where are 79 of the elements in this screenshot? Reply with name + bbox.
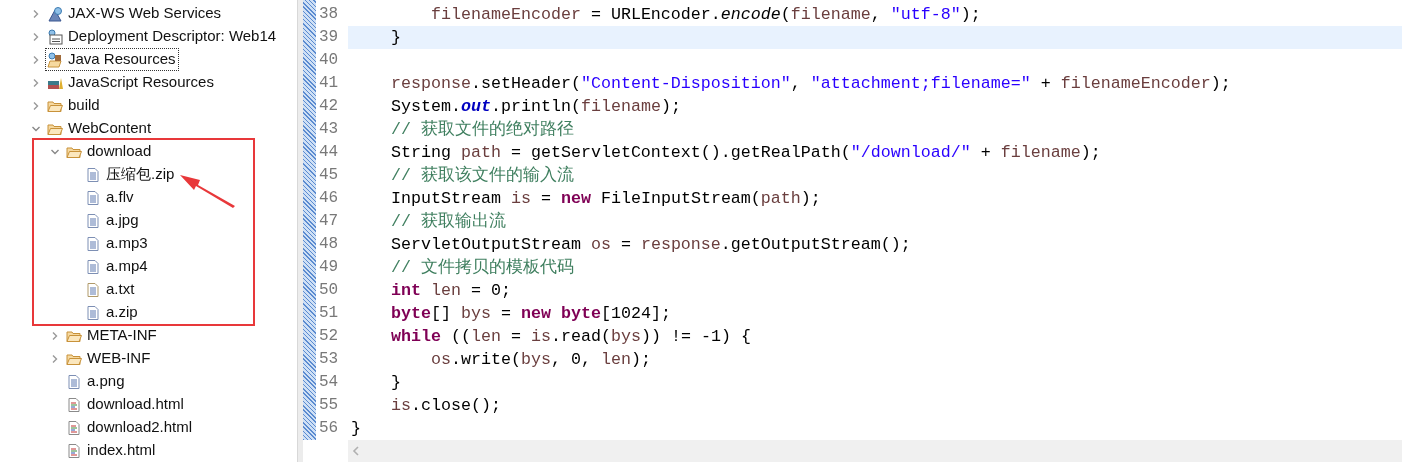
line-number: 41 bbox=[318, 73, 340, 94]
tree-item[interactable]: index.html bbox=[65, 440, 158, 461]
tree-item[interactable]: WEB-INF bbox=[65, 348, 153, 369]
code-comment: // 获取文件的绝对路径 bbox=[389, 120, 574, 139]
file-icon bbox=[85, 235, 101, 252]
line-number: 39 bbox=[318, 27, 340, 48]
expand-chevron-icon[interactable] bbox=[31, 54, 41, 65]
code-line: } bbox=[351, 419, 361, 438]
code-comment: // 获取该文件的输入流 bbox=[389, 166, 574, 185]
line-number: 54 bbox=[318, 372, 340, 393]
code-line: InputStream is = new FileInputStream(path); bbox=[389, 189, 821, 208]
file-icon bbox=[85, 212, 101, 229]
tree-item[interactable]: a.png bbox=[65, 371, 127, 392]
code-line: byte[] bys = new byte[1024]; bbox=[389, 304, 671, 323]
line-number: 42 bbox=[318, 96, 340, 117]
code-line: is.close(); bbox=[389, 396, 501, 415]
line-number: 47 bbox=[318, 211, 340, 232]
expand-chevron-icon[interactable] bbox=[31, 8, 41, 19]
expand-chevron-icon[interactable] bbox=[50, 353, 60, 364]
scroll-left-icon[interactable] bbox=[351, 445, 361, 457]
code-line: response.setHeader("Content-Disposition", "attachment;filename=" + filenameEncoder); bbox=[389, 74, 1231, 93]
tree-item[interactable]: JAX-WS Web Services bbox=[46, 3, 224, 24]
line-number: 49 bbox=[318, 257, 340, 278]
tree-item[interactable]: download bbox=[65, 141, 154, 162]
tree-item[interactable]: a.flv bbox=[84, 187, 136, 208]
expand-chevron-icon[interactable] bbox=[31, 31, 41, 42]
line-number: 55 bbox=[318, 395, 340, 416]
horizontal-scrollbar[interactable] bbox=[348, 440, 1402, 462]
line-number: 38 bbox=[318, 4, 340, 25]
code-line: System.out.println(filename); bbox=[389, 97, 681, 116]
tree-item[interactable]: a.txt bbox=[84, 279, 137, 300]
expand-chevron-icon[interactable] bbox=[31, 100, 41, 111]
globe-icon bbox=[47, 5, 63, 22]
line-number: 46 bbox=[318, 188, 340, 209]
code-line: filenameEncoder = URLEncoder.encode(filename, "utf-8"); bbox=[429, 5, 981, 24]
line-number: 44 bbox=[318, 142, 340, 163]
tree-item[interactable]: a.mp4 bbox=[84, 256, 150, 277]
code-comment: // 文件拷贝的模板代码 bbox=[389, 258, 574, 277]
file-icon bbox=[85, 166, 101, 183]
file-icon bbox=[66, 373, 82, 390]
code-line: int len = 0; bbox=[389, 281, 511, 300]
file-icon bbox=[85, 281, 101, 298]
line-number: 56 bbox=[318, 418, 340, 439]
html-file-icon bbox=[66, 396, 82, 413]
line-number: 48 bbox=[318, 234, 340, 255]
html-file-icon bbox=[66, 419, 82, 436]
expand-chevron-icon[interactable] bbox=[31, 77, 41, 88]
tree-item[interactable]: download2.html bbox=[65, 417, 195, 438]
html-file-icon bbox=[66, 442, 82, 459]
package-icon bbox=[47, 51, 63, 68]
tree-item[interactable]: download.html bbox=[65, 394, 186, 415]
file-icon bbox=[85, 258, 101, 275]
line-number: 50 bbox=[318, 280, 340, 301]
tree-item[interactable]: Java Resources bbox=[46, 49, 178, 70]
tree-item[interactable]: Deployment Descriptor: Web14 bbox=[46, 26, 279, 47]
tree-item[interactable]: a.zip bbox=[84, 302, 140, 323]
tree-item[interactable]: a.mp3 bbox=[84, 233, 150, 254]
tree-item[interactable]: build bbox=[46, 95, 102, 116]
tree-item[interactable]: a.jpg bbox=[84, 210, 141, 231]
line-number: 52 bbox=[318, 326, 340, 347]
line-number: 45 bbox=[318, 165, 340, 186]
line-number: 43 bbox=[318, 119, 340, 140]
code-comment: // 获取输出流 bbox=[389, 212, 506, 231]
tree-item[interactable]: JavaScript Resources bbox=[46, 72, 216, 93]
file-icon bbox=[85, 304, 101, 321]
code-line: ServletOutputStream os = response.getOutputStream(); bbox=[389, 235, 911, 254]
line-number: 53 bbox=[318, 349, 340, 370]
code-line: os.write(bys, 0, len); bbox=[429, 350, 651, 369]
expand-chevron-icon[interactable] bbox=[50, 330, 60, 341]
file-icon bbox=[85, 189, 101, 206]
code-line: } bbox=[389, 373, 401, 392]
descriptor-icon bbox=[47, 28, 63, 45]
code-line: String path = getServletContext().getRealPath("/download/" + filename); bbox=[389, 143, 1101, 162]
code-line: while ((len = is.read(bys)) != -1) { bbox=[389, 327, 751, 346]
tree-item[interactable]: WebContent bbox=[46, 118, 154, 139]
tree-item[interactable]: 压缩包.zip bbox=[84, 164, 177, 185]
tree-item[interactable]: META-INF bbox=[65, 325, 159, 346]
line-number: 40 bbox=[318, 50, 340, 71]
line-number: 51 bbox=[318, 303, 340, 324]
